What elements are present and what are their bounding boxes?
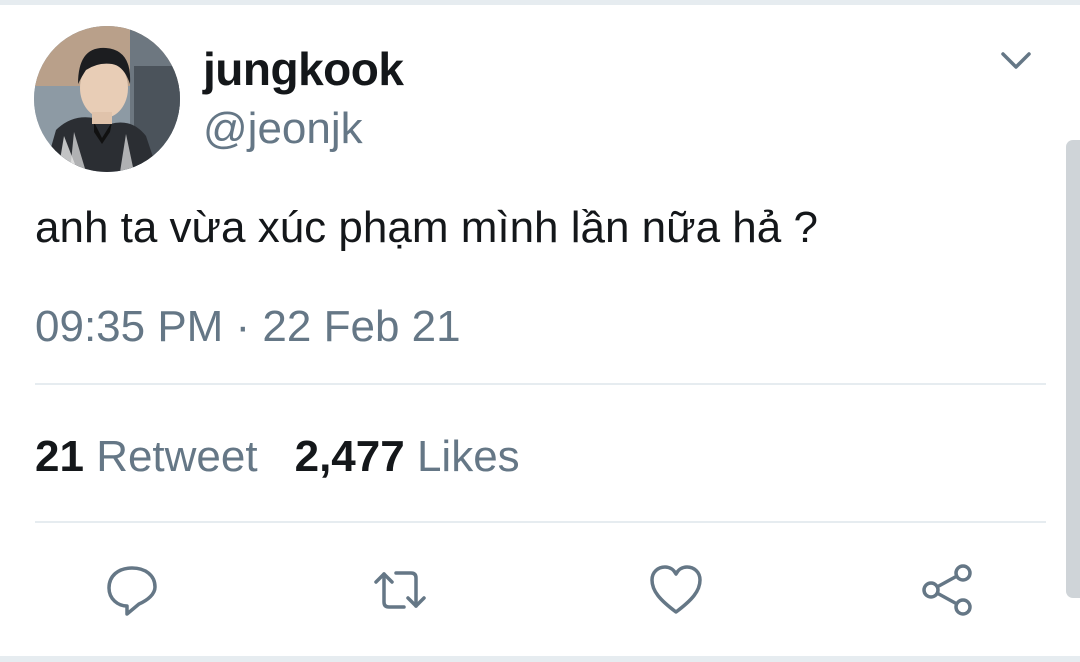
tweet-timestamp[interactable]: 09:35 PM · 22 Feb 21 bbox=[35, 302, 461, 352]
scrollbar[interactable] bbox=[1066, 140, 1080, 598]
author-display-name[interactable]: jungkook bbox=[203, 42, 404, 96]
bottom-border bbox=[0, 656, 1080, 662]
avatar-image bbox=[34, 26, 180, 172]
share-button[interactable] bbox=[919, 562, 975, 618]
likes-count: 2,477 bbox=[294, 432, 405, 481]
avatar[interactable] bbox=[34, 26, 180, 172]
retweets-label: Retweet bbox=[96, 432, 258, 481]
retweets-count: 21 bbox=[35, 432, 84, 481]
author-handle[interactable]: @jeonjk bbox=[203, 104, 363, 154]
divider bbox=[35, 521, 1046, 523]
tweet-text: anh ta vừa xúc phạm mình lần nữa hả ? bbox=[35, 203, 818, 252]
divider bbox=[35, 383, 1046, 385]
tweet-stats: 21 Retweet 2,477 Likes bbox=[35, 432, 520, 482]
like-button[interactable] bbox=[648, 562, 704, 618]
chevron-down-icon bbox=[1001, 52, 1031, 69]
retweet-button[interactable] bbox=[372, 562, 428, 618]
tweet-menu-button[interactable] bbox=[996, 44, 1036, 76]
heart-icon bbox=[650, 565, 702, 614]
likes-label: Likes bbox=[416, 432, 520, 481]
share-icon bbox=[922, 564, 972, 616]
retweets-stat[interactable]: 21 Retweet bbox=[35, 432, 258, 481]
likes-stat[interactable]: 2,477 Likes bbox=[295, 432, 520, 481]
retweet-icon bbox=[374, 571, 426, 609]
reply-icon bbox=[107, 566, 157, 616]
reply-button[interactable] bbox=[104, 562, 160, 618]
top-border bbox=[0, 0, 1080, 5]
